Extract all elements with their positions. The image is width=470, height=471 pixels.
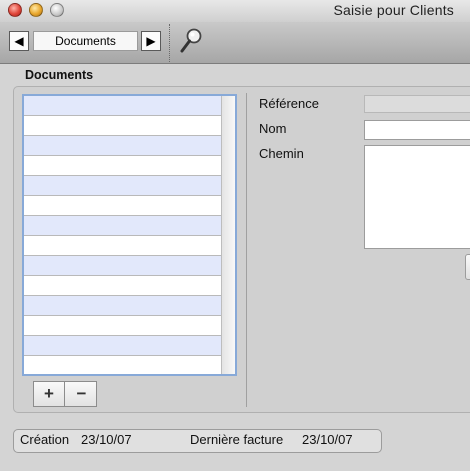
chemin-field[interactable] [364,145,470,249]
section-title: Documents [25,68,94,82]
toolbar: ◀ Documents ▶ [0,22,470,64]
list-item[interactable] [24,116,221,136]
list-item[interactable] [24,296,221,316]
remove-document-button[interactable]: − [66,382,97,406]
list-item[interactable] [24,96,221,116]
list-item[interactable] [24,336,221,356]
panel-divider [246,93,247,407]
record-selector[interactable]: Documents [33,31,138,51]
window-title: Saisie pour Clients [333,2,454,18]
nom-field[interactable] [364,120,470,140]
triangle-left-icon: ◀ [14,34,24,48]
close-window-button[interactable] [8,3,22,17]
list-item[interactable] [24,316,221,336]
documents-list-rows [24,96,221,374]
list-item[interactable] [24,196,221,216]
magnifier-icon[interactable] [178,26,204,56]
last-invoice-label: Dernière facture [190,432,284,447]
previous-record-button[interactable]: ◀ [9,31,29,51]
title-bar: Saisie pour Clients [0,0,470,22]
browse-button[interactable] [465,254,470,280]
next-record-button[interactable]: ▶ [141,31,161,51]
zoom-window-button[interactable] [50,3,64,17]
list-item[interactable] [24,236,221,256]
list-item[interactable] [24,176,221,196]
minimize-window-button[interactable] [29,3,43,17]
list-item[interactable] [24,136,221,156]
list-item[interactable] [24,356,221,374]
toolbar-separator [169,24,170,62]
list-item[interactable] [24,256,221,276]
reference-label: Référence [259,96,319,111]
last-invoice-date: 23/10/07 [302,432,353,447]
documents-list[interactable] [22,94,237,376]
reference-field [364,95,470,113]
list-scrollbar[interactable] [221,96,235,374]
chemin-label: Chemin [259,146,304,161]
creation-label: Création [20,432,70,447]
add-document-button[interactable]: + [34,382,65,406]
triangle-right-icon: ▶ [146,34,156,48]
creation-date: 23/10/07 [81,432,132,447]
nom-label: Nom [259,121,287,136]
list-item[interactable] [24,276,221,296]
list-item[interactable] [24,156,221,176]
list-item[interactable] [24,216,221,236]
add-remove-control: + − [33,381,97,407]
